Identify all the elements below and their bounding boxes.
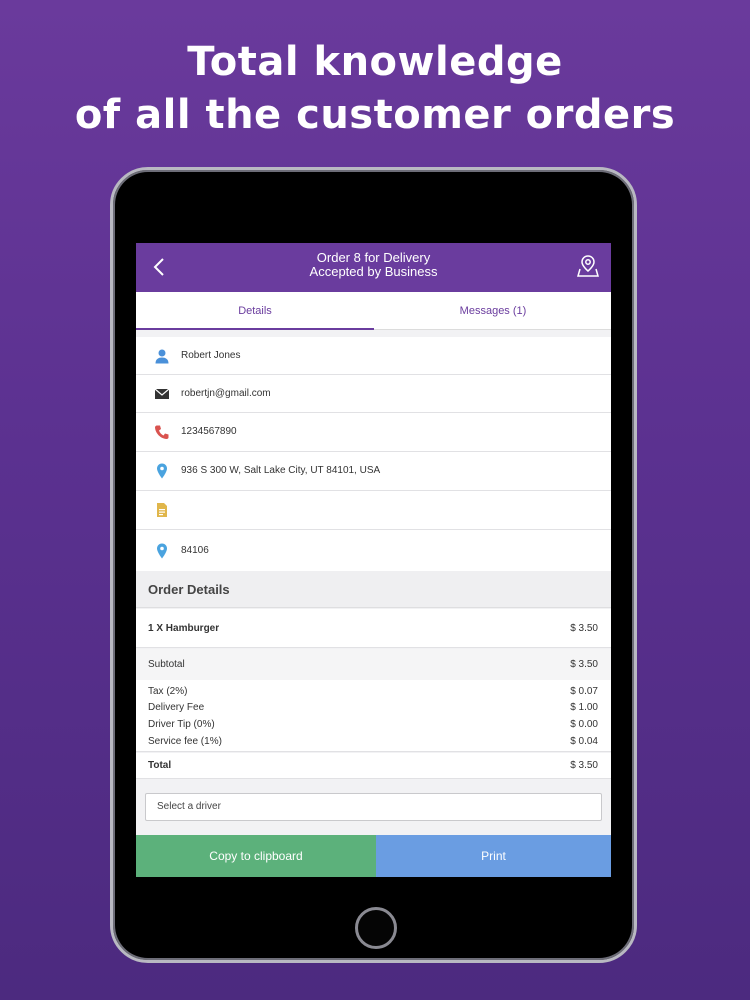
headline-line-1: Total knowledge (187, 39, 563, 85)
document-icon (157, 503, 167, 517)
headline: Total knowledge of all the customer orde… (0, 36, 750, 142)
driver-tip-label: Driver Tip (0%) (148, 719, 215, 730)
customer-zip: 84106 (181, 545, 209, 556)
app-screen: Order 8 for Delivery Accepted by Busines… (136, 243, 611, 877)
subtotal-label: Subtotal (148, 659, 185, 670)
customer-name: Robert Jones (181, 350, 241, 361)
tax-label: Tax (2%) (148, 686, 188, 697)
map-button[interactable] (577, 254, 599, 278)
total-row: Total $ 3.50 (136, 753, 611, 779)
order-item-label: 1 X Hamburger (148, 623, 220, 634)
driver-select[interactable]: Select a driver (145, 793, 602, 821)
user-icon (155, 349, 169, 364)
location-pin-icon (157, 463, 167, 479)
print-button[interactable]: Print (376, 835, 611, 877)
delivery-fee-label: Delivery Fee (148, 702, 205, 713)
tab-bar: Details Messages (1) (136, 292, 611, 330)
headline-line-2: of all the customer orders (74, 92, 676, 138)
customer-info-list: Robert Jones robertjn@gmail.com 12345678… (136, 337, 611, 572)
order-title-line: Order 8 for Delivery (316, 250, 431, 265)
customer-email-row: robertjn@gmail.com (136, 375, 611, 413)
order-item-row: 1 X Hamburger $ 3.50 (136, 609, 611, 648)
map-pin-icon (577, 255, 599, 277)
delivery-fee-value: $ 1.00 (570, 702, 598, 713)
customer-zip-row: 84106 (136, 530, 611, 572)
total-label: Total (148, 760, 172, 771)
customer-email[interactable]: robertjn@gmail.com (181, 375, 271, 413)
order-details-heading: Order Details (136, 571, 611, 608)
top-bar: Order 8 for Delivery Accepted by Busines… (136, 243, 611, 292)
customer-phone-row: 1234567890 (136, 413, 611, 452)
customer-note-row (136, 491, 611, 530)
chevron-left-icon (153, 258, 164, 276)
tab-details[interactable]: Details (136, 292, 374, 330)
tax-value: $ 0.07 (570, 686, 598, 697)
total-value: $ 3.50 (570, 760, 598, 771)
order-title: Order 8 for Delivery Accepted by Busines… (196, 251, 551, 279)
subtotal-row: Subtotal $ 3.50 (136, 649, 611, 680)
subtotal-value: $ 3.50 (570, 659, 598, 670)
customer-address-row: 936 S 300 W, Salt Lake City, UT 84101, U… (136, 452, 611, 491)
order-item-price: $ 3.50 (570, 623, 598, 634)
home-button[interactable] (355, 907, 397, 949)
customer-name-row: Robert Jones (136, 337, 611, 375)
customer-phone[interactable]: 1234567890 (181, 413, 237, 451)
driver-tip-value: $ 0.00 (570, 719, 598, 730)
tab-messages[interactable]: Messages (1) (374, 292, 611, 330)
customer-address[interactable]: 936 S 300 W, Salt Lake City, UT 84101, U… (181, 452, 380, 490)
fees-block: Tax (2%) $ 0.07 Delivery Fee $ 1.00 Driv… (136, 680, 611, 752)
back-button[interactable] (148, 255, 172, 279)
service-fee-value: $ 0.04 (570, 736, 598, 747)
copy-to-clipboard-button[interactable]: Copy to clipboard (136, 835, 376, 877)
order-status-line: Accepted by Business (309, 264, 438, 279)
location-pin-icon (157, 543, 167, 559)
service-fee-label: Service fee (1%) (148, 736, 222, 747)
phone-icon (155, 425, 169, 439)
envelope-icon (154, 388, 170, 399)
